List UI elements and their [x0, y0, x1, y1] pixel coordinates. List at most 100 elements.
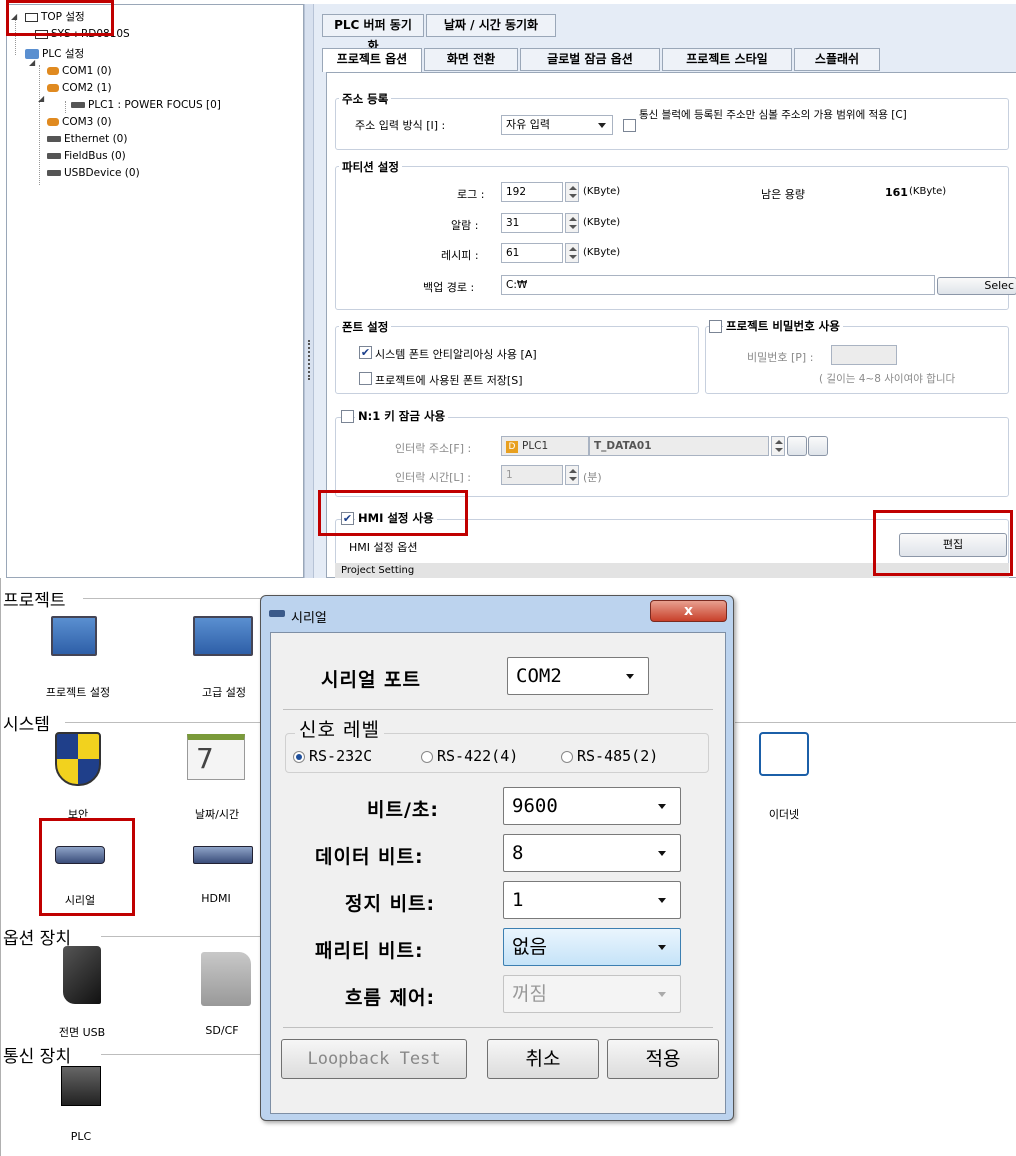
radio-rs422[interactable]: [421, 751, 433, 763]
serial-port-select[interactable]: COM2: [507, 657, 649, 695]
font-save-checkbox[interactable]: [359, 372, 372, 385]
address-scope-checkbox[interactable]: [623, 119, 636, 132]
tree-item-plc-settings[interactable]: PLC 설정: [25, 46, 84, 62]
log-spinner[interactable]: [565, 182, 579, 202]
tab-plc-buffer-sync[interactable]: PLC 버퍼 동기화: [322, 14, 424, 53]
parity-label: 패리티 비트:: [315, 940, 424, 962]
remain-value: 161: [885, 186, 908, 199]
log-unit: (KByte): [583, 186, 621, 197]
lock-checkbox[interactable]: [341, 410, 354, 423]
serial-dialog: 시리얼 x 시리얼 포트 COM2 신호 레벨 RS-232C RS-422(4…: [260, 595, 734, 1121]
hdmi-icon[interactable]: [193, 846, 253, 864]
rs422-label: RS-422(4): [437, 747, 519, 765]
signal-level-label: 신호 레벨: [295, 715, 384, 742]
tree-line: [65, 101, 66, 113]
shield-icon[interactable]: [55, 732, 101, 786]
dialog-title: 시리얼: [291, 611, 327, 626]
log-label: 로그 :: [457, 188, 485, 201]
keypad-icon[interactable]: [808, 436, 828, 456]
chevron-down-icon: [626, 674, 634, 679]
project-settings-icon[interactable]: [51, 616, 97, 656]
usb-plug-icon[interactable]: [63, 946, 101, 1004]
loopback-test-button[interactable]: Loopback Test: [281, 1039, 467, 1079]
password-checkbox[interactable]: [709, 320, 722, 333]
partition-group-title: 파티션 설정: [339, 159, 402, 175]
tree-line: [39, 65, 40, 185]
sd-card-icon[interactable]: [201, 952, 251, 1006]
tab-global-lock[interactable]: 글로벌 잠금 옵션: [520, 48, 660, 71]
plc-icon[interactable]: [61, 1066, 101, 1106]
address-method-label: 주소 입력 방식 [I] :: [355, 119, 446, 132]
hmi-option-label: HMI 설정 옵션: [349, 541, 418, 554]
apply-button[interactable]: 적용: [607, 1039, 719, 1079]
device-icon: [47, 153, 61, 159]
highlight-box: [39, 818, 135, 916]
expand-icon[interactable]: ◢: [38, 94, 44, 103]
backup-path-input[interactable]: C:₩: [501, 275, 935, 295]
tree-item-com3[interactable]: COM3 (0): [47, 114, 112, 130]
password-group-title: 프로젝트 비밀번호 사용: [723, 318, 843, 334]
tree-item-com1[interactable]: COM1 (0): [47, 63, 112, 79]
select-button[interactable]: Selec: [937, 277, 1016, 295]
baud-label: 비트/초:: [367, 799, 439, 821]
advanced-settings-icon[interactable]: [193, 616, 253, 656]
log-input[interactable]: 192: [501, 182, 563, 202]
splitter[interactable]: [304, 4, 314, 578]
radio-rs485[interactable]: [561, 751, 573, 763]
lock-group: [335, 417, 1009, 497]
antialias-checkbox[interactable]: ✔: [359, 346, 372, 359]
section-project: 프로젝트: [3, 591, 66, 611]
recipe-spinner[interactable]: [565, 243, 579, 263]
highlight-box: [873, 510, 1013, 576]
baud-select[interactable]: 9600: [503, 787, 681, 825]
tree-item-plc1[interactable]: PLC1 : POWER FOCUS [0]: [71, 97, 221, 113]
section-system: 시스템: [3, 715, 50, 735]
cancel-button[interactable]: 취소: [487, 1039, 599, 1079]
tab-project-options[interactable]: 프로젝트 옵션: [322, 48, 422, 72]
tab-datetime-sync[interactable]: 날짜 / 시간 동기화: [426, 14, 556, 37]
tab-screen-transition[interactable]: 화면 전환: [424, 48, 518, 71]
tag-browse-icon[interactable]: [787, 436, 807, 456]
tree-item-usbdevice[interactable]: USBDevice (0): [47, 165, 140, 181]
rs232c-label: RS-232C: [309, 747, 373, 765]
lock-time-spinner[interactable]: [565, 465, 579, 485]
section-option-devices: 옵션 장치: [3, 929, 71, 949]
address-method-select[interactable]: 자유 입력: [501, 115, 613, 135]
alarm-spinner[interactable]: [565, 213, 579, 233]
calendar-clock-icon[interactable]: 7: [187, 734, 245, 780]
com-port-icon: [47, 84, 59, 92]
lock-time-input[interactable]: 1: [501, 465, 563, 485]
sdcf-label: SD/CF: [205, 1024, 239, 1037]
serial-port-value: COM2: [516, 665, 562, 687]
tree-item-com2[interactable]: COM2 (1): [47, 80, 112, 96]
lock-address-input[interactable]: T_DATA01: [589, 436, 769, 456]
ethernet-icon[interactable]: [759, 732, 809, 776]
font-group-title: 폰트 설정: [339, 319, 392, 335]
flow-control-select[interactable]: 꺼짐: [503, 975, 681, 1013]
advanced-settings-label: 고급 설정: [202, 686, 246, 699]
lock-time-unit: (분): [583, 471, 602, 484]
close-button[interactable]: x: [650, 600, 727, 622]
tab-splash[interactable]: 스플래쉬: [794, 48, 880, 71]
recipe-unit: (KByte): [583, 247, 621, 258]
serial-title-icon: [269, 610, 285, 617]
radio-rs232c[interactable]: [293, 751, 305, 763]
stop-bits-select[interactable]: 1: [503, 881, 681, 919]
datetime-label: 날짜/시간: [194, 808, 240, 821]
tree-item-ethernet[interactable]: Ethernet (0): [47, 131, 127, 147]
antialias-label: 시스템 폰트 안티알리아싱 사용 [A]: [375, 348, 537, 361]
serial-port-label: 시리얼 포트: [321, 669, 422, 691]
parity-select[interactable]: 없음: [503, 928, 681, 966]
device-icon: [47, 170, 61, 176]
password-input[interactable]: [831, 345, 897, 365]
lock-plc-select[interactable]: D PLC1: [501, 436, 589, 456]
alarm-input[interactable]: 31: [501, 213, 563, 233]
recipe-input[interactable]: 61: [501, 243, 563, 263]
lock-address-spinner[interactable]: [771, 436, 785, 456]
divider: [283, 1027, 713, 1028]
tree-item-fieldbus[interactable]: FieldBus (0): [47, 148, 126, 164]
password-hint: ( 길이는 4~8 사이여야 합니다: [819, 373, 956, 385]
data-bits-select[interactable]: 8: [503, 834, 681, 872]
tab-project-style[interactable]: 프로젝트 스타일: [662, 48, 792, 71]
chevron-down-icon: [658, 804, 666, 809]
